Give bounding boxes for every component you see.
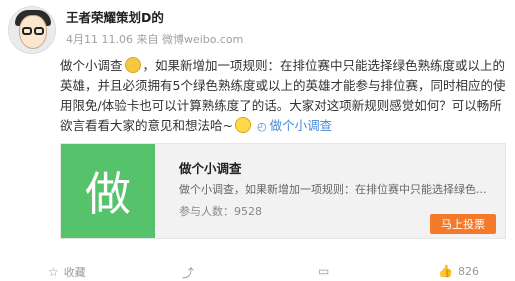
favorite-action[interactable]: ☆ 收藏 bbox=[48, 264, 86, 280]
post-body: 做个小调查 ，如果新增加一项规则：在排位赛中只能选择绿色熟练度或以上的 英雄，并且… bbox=[60, 56, 506, 137]
thumbs-up-icon: 👍 bbox=[438, 264, 453, 278]
poll-icon: ◴ bbox=[256, 120, 267, 133]
vote-now-button[interactable]: 马上投票 bbox=[430, 214, 496, 234]
author-name[interactable]: 王者荣耀策划D的 bbox=[66, 7, 164, 26]
post-line-3: 用限免/体验卡也可以计算熟练度了的话。大家对这项新规则感觉如何？可以畅所 bbox=[60, 98, 502, 113]
star-icon: ☆ bbox=[48, 265, 59, 279]
grinning-face-emoji-icon bbox=[234, 117, 251, 133]
comment-icon: ▭ bbox=[318, 264, 330, 278]
poll-title[interactable]: 做个小调查 bbox=[179, 158, 242, 177]
forward-action[interactable]: ⤴ bbox=[182, 264, 199, 281]
author-avatar[interactable] bbox=[8, 6, 56, 54]
forward-icon: ⤴ bbox=[182, 266, 195, 280]
poll-link[interactable]: ◴ 做个小调查 bbox=[257, 118, 332, 133]
post-line-1: 做个小调查 ，如果新增加一项规则：在排位赛中只能选择绿色熟练度或以上的 bbox=[60, 57, 506, 73]
poll-thumbnail: 做 bbox=[61, 144, 155, 238]
poll-card[interactable]: 做 做个小调查 做个小调查，如果新增加一项规则：在排位赛中只能选择绿色... 参… bbox=[60, 143, 506, 239]
poll-description: 做个小调查，如果新增加一项规则：在排位赛中只能选择绿色... bbox=[179, 183, 487, 196]
post-line-2: 英雄，并且必须拥有5个绿色熟练度或以上的英雄才能参与排位赛，同时相应的使 bbox=[60, 78, 506, 93]
post-line-4: 欲言看看大家的意见和想法哈~ ◴ 做个小调查 bbox=[60, 117, 333, 133]
post-meta: 4月11 11.06 来自 微博weibo.com bbox=[66, 33, 244, 46]
avatar-glasses-left bbox=[22, 27, 32, 35]
action-bar: ☆ 收藏 ⤴ ▭ 👍 826 bbox=[0, 262, 515, 281]
cat-face-emoji-icon bbox=[124, 57, 141, 73]
avatar-glasses-right bbox=[34, 27, 44, 35]
comment-action[interactable]: ▭ bbox=[318, 264, 334, 278]
poll-participant-count: 参与人数：9528 bbox=[179, 205, 262, 218]
like-action[interactable]: 👍 826 bbox=[438, 264, 479, 278]
